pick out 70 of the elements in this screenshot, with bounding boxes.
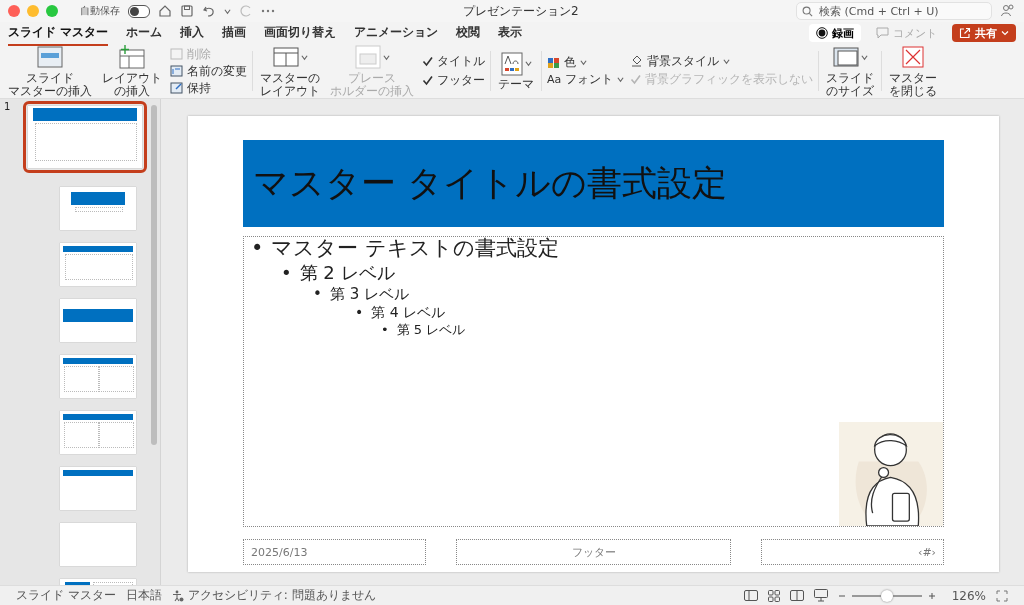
- ribbon-button[interactable]: Aa フォント: [547, 72, 625, 87]
- record-button[interactable]: 録画: [809, 24, 861, 42]
- slide-size-icon: [832, 47, 859, 67]
- ribbon-button[interactable]: マスター を閉じる: [887, 44, 940, 98]
- caret-icon[interactable]: [224, 7, 231, 15]
- zoom-in-icon[interactable]: [927, 591, 936, 600]
- slide-number: 1: [4, 101, 11, 112]
- record-icon: [816, 27, 828, 39]
- ribbon-checkbox[interactable]: タイトル: [422, 53, 485, 70]
- slide-icon: [170, 48, 183, 60]
- accessibility-status[interactable]: アクセシビリティ: 問題ありません: [187, 587, 376, 604]
- footer-placeholder[interactable]: フッター: [456, 539, 731, 565]
- comment-icon: [876, 27, 889, 39]
- layout-icon: [272, 47, 299, 67]
- window-title: プレゼンテーション2: [463, 2, 580, 20]
- bullet-text[interactable]: • 第 3 レベル: [313, 284, 409, 303]
- autosave-label: 自動保存: [80, 4, 120, 18]
- checkmark-icon: [630, 74, 642, 85]
- share-button[interactable]: 共有: [952, 24, 1016, 42]
- ribbon-checkbox[interactable]: フッター: [422, 72, 485, 89]
- reading-view-icon[interactable]: [789, 590, 804, 601]
- autosave-toggle[interactable]: [128, 4, 150, 18]
- slide-number-placeholder[interactable]: ‹#›: [761, 539, 944, 565]
- slide-title[interactable]: マスター タイトルの書式設定: [243, 140, 944, 227]
- checkmark-icon: [422, 56, 433, 67]
- accessibility-icon[interactable]: [171, 589, 184, 602]
- ribbon-button[interactable]: レイアウト の挿入: [100, 44, 164, 98]
- add-layout-icon: [119, 45, 145, 69]
- theme-icon: [500, 51, 523, 76]
- checkmark-icon: [422, 75, 433, 86]
- ribbon-tab[interactable]: 画面切り替え: [264, 20, 337, 46]
- view-name: スライド マスター: [16, 587, 116, 604]
- ribbon-tab[interactable]: 校閲: [456, 20, 481, 46]
- presenter-icon[interactable]: [813, 589, 828, 602]
- ribbon-button[interactable]: 名前の変更: [170, 63, 247, 79]
- ribbon-button[interactable]: 保持: [170, 80, 247, 96]
- zoom-level[interactable]: 126%: [951, 588, 986, 603]
- ribbon-button[interactable]: テーマ: [496, 51, 536, 91]
- ribbon-button[interactable]: 背景スタイル: [630, 54, 814, 69]
- search-field[interactable]: 検索 (Cmd + Ctrl + U): [796, 2, 992, 20]
- ribbon-tab[interactable]: 表示: [498, 20, 523, 46]
- slide-icon: [37, 46, 63, 68]
- ribbon-button[interactable]: スライド マスターの挿入: [6, 44, 94, 98]
- ribbon-tab[interactable]: ホーム: [126, 20, 163, 46]
- color-grid-icon: [547, 56, 560, 69]
- ribbon-tab[interactable]: 描画: [222, 20, 247, 46]
- ribbon-button[interactable]: マスターの レイアウト: [258, 44, 322, 98]
- bullet-text[interactable]: • 第 4 レベル: [355, 303, 446, 321]
- bullet-text[interactable]: • 第 2 レベル: [281, 262, 395, 284]
- people-icon[interactable]: [1000, 3, 1016, 19]
- home-icon[interactable]: [158, 4, 172, 18]
- close-window-icon[interactable]: [8, 5, 20, 17]
- bullet-text[interactable]: • 第 5 レベル: [381, 321, 466, 338]
- normal-view-icon[interactable]: [743, 590, 758, 601]
- bullet-text[interactable]: • マスター テキストの書式設定: [251, 236, 560, 262]
- save-icon[interactable]: [180, 4, 194, 18]
- slide-thumbnail[interactable]: [23, 101, 147, 173]
- date-placeholder[interactable]: 2025/6/13: [243, 539, 426, 565]
- grid-view-icon[interactable]: [767, 589, 780, 602]
- close-icon: [902, 46, 925, 68]
- ribbon-button[interactable]: スライド のサイズ: [824, 44, 877, 98]
- placeholder-icon: [354, 45, 381, 69]
- share-icon: [959, 27, 971, 39]
- ribbon-tab[interactable]: 挿入: [180, 20, 205, 46]
- undo-icon[interactable]: [202, 4, 216, 18]
- more-icon[interactable]: [261, 8, 275, 14]
- caret-icon: [1001, 29, 1009, 37]
- language[interactable]: 日本語: [125, 587, 162, 604]
- ribbon-button[interactable]: 色: [547, 55, 625, 70]
- ribbon-tab[interactable]: アニメーション: [354, 20, 439, 46]
